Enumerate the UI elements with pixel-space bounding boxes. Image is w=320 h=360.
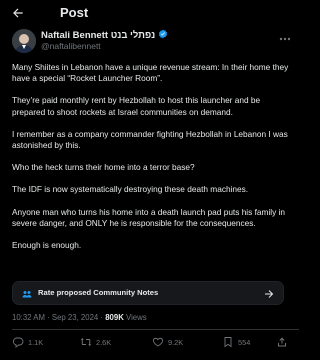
views-count: 809K bbox=[105, 313, 124, 322]
page-title: Post bbox=[60, 5, 89, 20]
post-paragraph: Enough is enough. bbox=[12, 240, 82, 251]
post-paragraph: They’re paid monthly rent by Hezbollah t… bbox=[12, 95, 261, 117]
like-button[interactable]: 9.2K bbox=[152, 336, 183, 348]
post-meta: 10:32 AM · Sep 23, 2024 · 809K Views bbox=[12, 313, 147, 322]
reply-button[interactable]: 1.1K bbox=[12, 336, 43, 348]
bookmark-button[interactable]: 554 bbox=[222, 336, 250, 348]
action-bar: 1.1K 2.6K 9.2K 554 bbox=[0, 333, 299, 353]
post-timestamp[interactable]: 10:32 AM · Sep 23, 2024 · bbox=[12, 313, 105, 322]
bookmark-icon bbox=[224, 337, 232, 348]
like-count: 9.2K bbox=[168, 337, 184, 347]
more-options-icon[interactable] bbox=[278, 31, 292, 41]
arrow-right-icon bbox=[263, 287, 275, 299]
repost-icon bbox=[80, 338, 92, 346]
repost-button[interactable]: 2.6K bbox=[80, 336, 111, 348]
author-handle[interactable]: @naftalibennett bbox=[41, 41, 101, 51]
share-button[interactable] bbox=[276, 336, 288, 348]
back-arrow-icon[interactable] bbox=[10, 5, 26, 21]
community-notes-button[interactable]: Rate proposed Community Notes bbox=[12, 281, 284, 305]
post-paragraph: The IDF is now systematically destroying… bbox=[12, 184, 249, 195]
post-paragraph: Many Shiites in Lebanon have a unique re… bbox=[12, 62, 289, 84]
repost-count: 2.6K bbox=[96, 337, 112, 347]
heart-icon bbox=[152, 337, 164, 347]
post-paragraph: I remember as a company commander fighti… bbox=[12, 128, 288, 151]
top-bar: Post bbox=[0, 0, 299, 26]
post-paragraph: Who the heck turns their home into a ter… bbox=[12, 162, 195, 173]
bookmark-count: 554 bbox=[238, 337, 251, 347]
share-icon bbox=[278, 337, 286, 347]
verified-badge-icon bbox=[158, 29, 168, 42]
community-notes-label: Rate proposed Community Notes bbox=[38, 288, 159, 297]
post-body: Many Shiites in Lebanon have a unique re… bbox=[12, 62, 294, 262]
avatar[interactable] bbox=[12, 29, 36, 53]
reply-icon bbox=[13, 337, 24, 348]
author-name[interactable]: Naftali Bennett נפתלי בנט bbox=[41, 30, 155, 41]
community-notes-icon bbox=[21, 287, 33, 299]
post-paragraph: Anyone man who turns his home into a dea… bbox=[12, 206, 286, 228]
divider bbox=[12, 329, 299, 330]
reply-count: 1.1K bbox=[28, 337, 44, 347]
views-label: Views bbox=[123, 313, 147, 322]
